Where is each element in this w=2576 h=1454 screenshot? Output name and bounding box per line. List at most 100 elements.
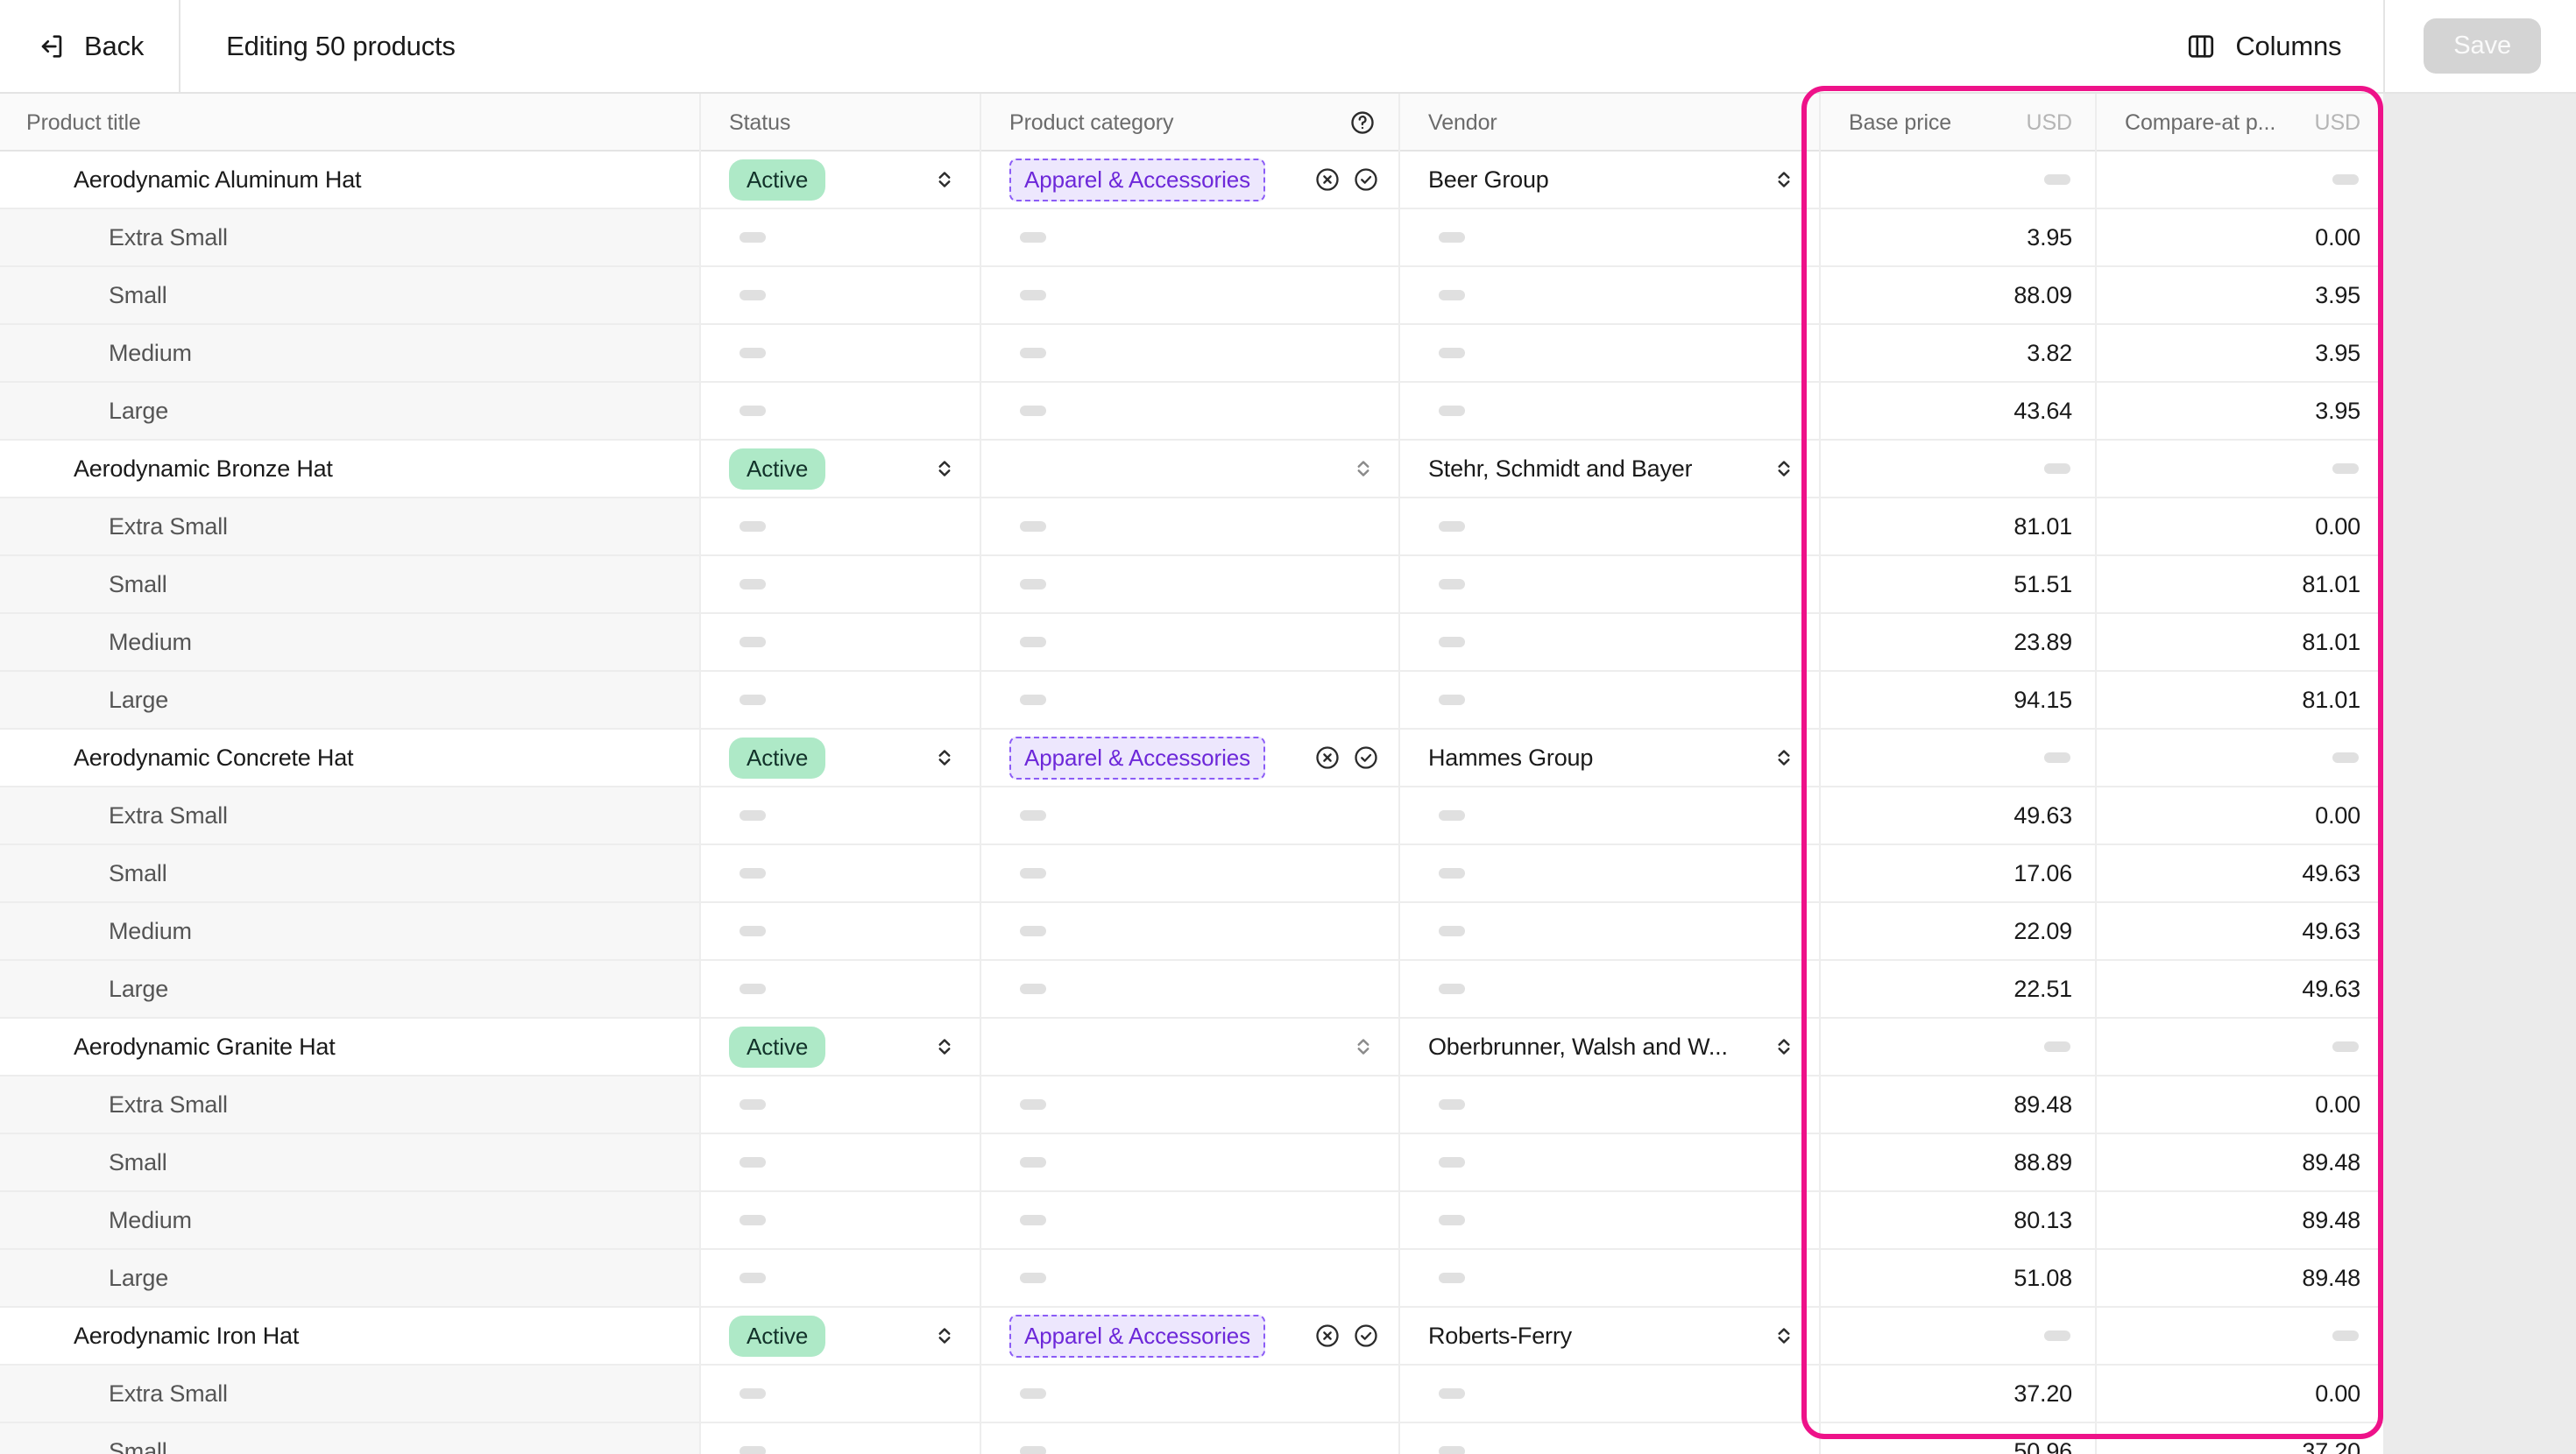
chevron-up-down-icon[interactable] [1351,1034,1376,1059]
status-cell[interactable] [701,498,981,554]
status-cell[interactable] [701,787,981,843]
base-price-cell[interactable]: 50.96 [1821,1423,2097,1454]
chevron-up-down-icon[interactable] [932,745,957,770]
product-row[interactable]: Aerodynamic Concrete Hat Active Apparel &… [0,730,2383,787]
compare-at-price-cell[interactable]: 81.01 [2097,556,2383,612]
variant-title-cell[interactable]: Extra Small [0,787,701,843]
variant-row[interactable]: Medium 80.13 89.48 [0,1192,2383,1250]
variant-title-cell[interactable]: Small [0,845,701,901]
status-cell[interactable] [701,614,981,670]
variant-row[interactable]: Large 22.51 49.63 [0,961,2383,1019]
variant-row[interactable]: Medium 22.09 49.63 [0,903,2383,961]
base-price-cell[interactable]: 37.20 [1821,1366,2097,1422]
variant-title-cell[interactable]: Extra Small [0,1366,701,1422]
product-title-cell[interactable]: Aerodynamic Aluminum Hat [0,152,701,208]
variant-row[interactable]: Medium 23.89 81.01 [0,614,2383,672]
chevron-up-down-icon[interactable] [932,167,957,192]
status-cell[interactable]: Active [701,441,981,497]
circle-x-icon[interactable] [1314,166,1341,193]
chevron-up-down-icon[interactable] [932,456,957,481]
vendor-cell[interactable] [1400,614,1821,670]
compare-at-price-cell[interactable]: 89.48 [2097,1192,2383,1248]
variant-title-cell[interactable]: Medium [0,614,701,670]
variant-row[interactable]: Extra Small 89.48 0.00 [0,1076,2383,1134]
status-cell[interactable] [701,209,981,265]
compare-at-price-cell[interactable]: 0.00 [2097,1366,2383,1422]
base-price-cell[interactable]: 88.09 [1821,267,2097,323]
circle-check-icon[interactable] [1353,745,1379,771]
product-row[interactable]: Aerodynamic Iron Hat Active Apparel & Acc… [0,1308,2383,1366]
vendor-cell[interactable]: Roberts-Ferry [1400,1308,1821,1364]
compare-at-price-cell[interactable]: 49.63 [2097,903,2383,959]
base-price-cell[interactable] [1821,1019,2097,1075]
vendor-cell[interactable] [1400,498,1821,554]
status-cell[interactable] [701,961,981,1017]
product-row[interactable]: Aerodynamic Bronze Hat Active Stehr, Schm… [0,441,2383,498]
vendor-cell[interactable] [1400,267,1821,323]
base-price-cell[interactable] [1821,1308,2097,1364]
base-price-cell[interactable]: 51.51 [1821,556,2097,612]
variant-title-cell[interactable]: Small [0,267,701,323]
variant-row[interactable]: Small 88.89 89.48 [0,1134,2383,1192]
variant-title-cell[interactable]: Medium [0,1192,701,1248]
compare-at-price-cell[interactable]: 3.95 [2097,383,2383,439]
product-category-cell[interactable] [981,267,1400,323]
vendor-cell[interactable]: Stehr, Schmidt and Bayer [1400,441,1821,497]
base-price-cell[interactable]: 23.89 [1821,614,2097,670]
status-cell[interactable]: Active [701,1019,981,1075]
chevron-up-down-icon[interactable] [1351,456,1376,481]
status-cell[interactable] [701,1250,981,1306]
help-circle-icon[interactable] [1349,109,1376,136]
variant-row[interactable]: Large 94.15 81.01 [0,672,2383,730]
base-price-cell[interactable]: 3.95 [1821,209,2097,265]
variant-title-cell[interactable]: Large [0,961,701,1017]
base-price-cell[interactable]: 88.89 [1821,1134,2097,1190]
variant-title-cell[interactable]: Small [0,556,701,612]
vendor-cell[interactable] [1400,672,1821,728]
back-button[interactable]: Back [0,0,179,93]
status-cell[interactable] [701,556,981,612]
compare-at-price-cell[interactable] [2097,730,2383,786]
compare-at-price-cell[interactable]: 81.01 [2097,614,2383,670]
product-category-cell[interactable] [981,903,1400,959]
vendor-cell[interactable] [1400,903,1821,959]
columns-button[interactable]: Columns [2144,0,2383,93]
status-cell[interactable] [701,845,981,901]
vendor-cell[interactable] [1400,1134,1821,1190]
variant-title-cell[interactable]: Large [0,672,701,728]
vendor-cell[interactable] [1400,325,1821,381]
product-category-cell[interactable] [981,498,1400,554]
product-category-cell[interactable] [981,556,1400,612]
chevron-up-down-icon[interactable] [1772,1034,1796,1059]
circle-check-icon[interactable] [1353,1323,1379,1349]
status-cell[interactable] [701,1366,981,1422]
chevron-up-down-icon[interactable] [932,1034,957,1059]
chevron-up-down-icon[interactable] [1772,456,1796,481]
column-header-compare-at-price[interactable]: Compare-at p... USD [2097,94,2383,152]
compare-at-price-cell[interactable]: 89.48 [2097,1134,2383,1190]
vendor-cell[interactable]: Oberbrunner, Walsh and W... [1400,1019,1821,1075]
status-cell[interactable]: Active [701,1308,981,1364]
column-header-product-title[interactable]: Product title [0,94,701,152]
variant-title-cell[interactable]: Small [0,1134,701,1190]
product-category-cell[interactable] [981,209,1400,265]
variant-title-cell[interactable]: Large [0,383,701,439]
product-category-cell[interactable] [981,787,1400,843]
variant-title-cell[interactable]: Small [0,1423,701,1454]
compare-at-price-cell[interactable]: 81.01 [2097,672,2383,728]
product-title-cell[interactable]: Aerodynamic Granite Hat [0,1019,701,1075]
compare-at-price-cell[interactable]: 3.95 [2097,325,2383,381]
product-row[interactable]: Aerodynamic Granite Hat Active Oberbrunne… [0,1019,2383,1076]
product-category-cell[interactable]: Apparel & Accessories [981,152,1400,208]
product-row[interactable]: Aerodynamic Aluminum Hat Active Apparel &… [0,152,2383,209]
chevron-up-down-icon[interactable] [1772,745,1796,770]
base-price-cell[interactable]: 81.01 [1821,498,2097,554]
compare-at-price-cell[interactable]: 3.95 [2097,267,2383,323]
variant-row[interactable]: Small 88.09 3.95 [0,267,2383,325]
product-category-cell[interactable] [981,1192,1400,1248]
compare-at-price-cell[interactable]: 49.63 [2097,961,2383,1017]
compare-at-price-cell[interactable]: 89.48 [2097,1250,2383,1306]
status-cell[interactable] [701,1192,981,1248]
compare-at-price-cell[interactable]: 0.00 [2097,787,2383,843]
circle-check-icon[interactable] [1353,166,1379,193]
